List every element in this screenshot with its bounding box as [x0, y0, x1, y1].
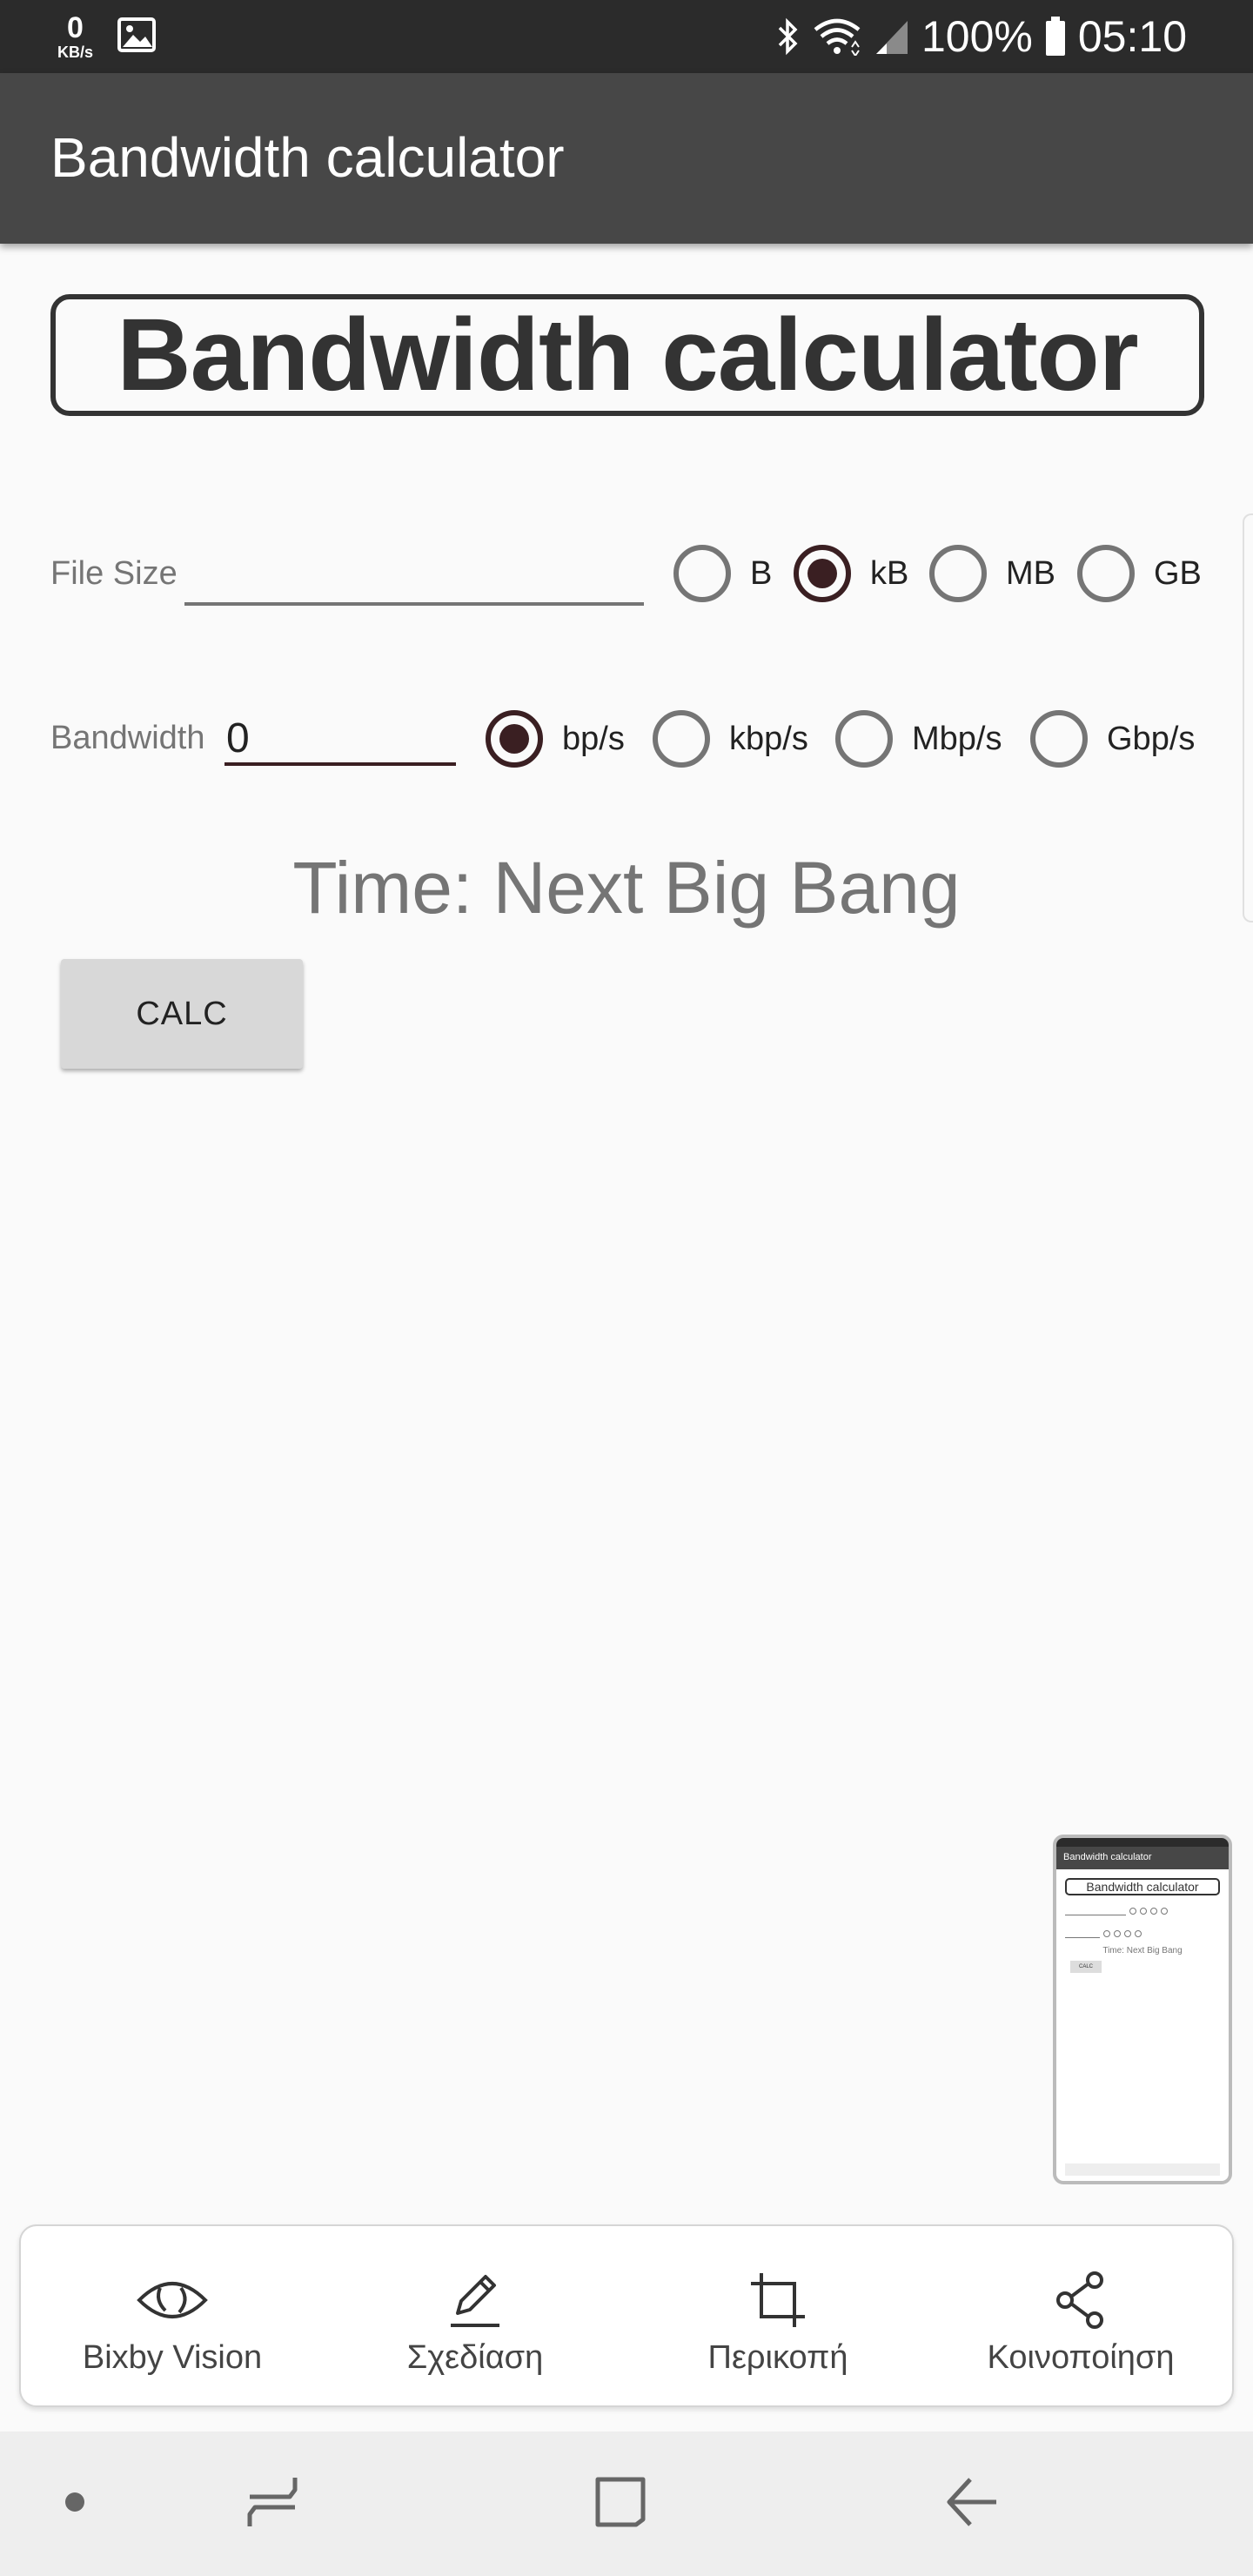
bandwidth-unit-label: Mbp/s [912, 720, 1002, 757]
thumbnail-result: Time: Next Big Bang [1102, 1946, 1183, 1955]
pencil-icon [447, 2270, 503, 2331]
radio-button-icon[interactable] [653, 710, 710, 768]
signal-icon [874, 17, 909, 56]
battery-percent: 100% [921, 12, 1033, 61]
thumbnail-headline: Bandwidth calculator [1065, 1878, 1220, 1895]
radio-button-checked-icon[interactable] [794, 545, 851, 602]
clock: 05:10 [1077, 12, 1187, 61]
radio-button-icon[interactable] [929, 545, 987, 602]
file-size-unit-mb[interactable]: MB [929, 545, 1055, 602]
thumbnail-nav-bar [1065, 2163, 1220, 2176]
bluetooth-icon [777, 17, 800, 56]
draw-button[interactable]: Σχεδίαση [324, 2226, 626, 2409]
gallery-icon [117, 17, 157, 57]
file-size-unit-gb[interactable]: GB [1077, 545, 1202, 602]
headline-box: Bandwidth calculator [50, 294, 1204, 416]
back-icon [944, 2474, 1000, 2534]
file-size-unit-b[interactable]: B [673, 545, 772, 602]
home-icon [593, 2474, 648, 2534]
eye-icon [136, 2270, 209, 2331]
app-bar: Bandwidth calculator [0, 73, 1253, 244]
share-label: Κοινοποίηση [987, 2339, 1175, 2376]
file-size-unit-kb[interactable]: kB [794, 545, 908, 602]
share-button[interactable]: Κοινοποίηση [929, 2226, 1232, 2409]
draw-label: Σχεδίαση [406, 2339, 544, 2376]
bandwidth-field[interactable] [224, 714, 456, 766]
page-title: Bandwidth calculator [117, 298, 1138, 413]
home-button[interactable] [566, 2432, 675, 2576]
radio-button-icon[interactable] [673, 545, 731, 602]
recents-icon [245, 2474, 300, 2534]
thumbnail-calc-button: CALC [1070, 1961, 1102, 1973]
thumbnail-file-size-row [1065, 1904, 1220, 1918]
file-size-unit-label: MB [1006, 554, 1055, 592]
dot-icon [64, 2492, 85, 2517]
bixby-vision-button[interactable]: Bixby Vision [21, 2226, 324, 2409]
crop-button[interactable]: Περικοπή [626, 2226, 929, 2409]
screenshot-toolbar: Bixby Vision Σχεδίαση Περικοπή Κοινοποίη… [19, 2224, 1234, 2407]
bandwidth-unit-label: Gbp/s [1107, 720, 1196, 757]
net-speed-unit: KB/s [57, 44, 94, 61]
crop-icon [747, 2270, 808, 2331]
screenshot-thumbnail[interactable]: Bandwidth calculator Bandwidth calculato… [1053, 1835, 1232, 2184]
battery-icon [1045, 17, 1066, 57]
bandwidth-input[interactable] [224, 714, 456, 762]
bandwidth-unit-kbps[interactable]: kbp/s [653, 710, 808, 768]
net-speed-indicator: 0 KB/s [57, 13, 93, 60]
thumbnail-app-title: Bandwidth calculator [1063, 1852, 1152, 1862]
file-size-field[interactable] [184, 553, 644, 606]
radio-button-icon[interactable] [1077, 545, 1135, 602]
file-size-unit-label: GB [1154, 554, 1202, 592]
nav-dot-button[interactable] [42, 2432, 108, 2576]
file-size-unit-label: kB [870, 554, 909, 592]
file-size-input[interactable] [184, 553, 644, 602]
status-bar: 0 KB/s 100% 05:10 [0, 0, 1253, 73]
radio-button-checked-icon[interactable] [486, 710, 543, 768]
bandwidth-unit-mbps[interactable]: Mbp/s [835, 710, 1002, 768]
thumbnail-bandwidth-row [1065, 1927, 1220, 1941]
calc-button[interactable]: CALC [61, 959, 303, 1069]
bandwidth-label: Bandwidth [50, 720, 205, 756]
result-text: Time: Next Big Bang [292, 847, 961, 929]
radio-button-icon[interactable] [1030, 710, 1088, 768]
file-size-label: File Size [50, 555, 178, 592]
app-bar-title: Bandwidth calculator [50, 126, 565, 189]
thumbnail-status-bar [1056, 1838, 1229, 1847]
share-icon [1053, 2270, 1109, 2331]
thumbnail-app-bar: Bandwidth calculator [1056, 1847, 1229, 1869]
bandwidth-unit-bps[interactable]: bp/s [486, 710, 625, 768]
bandwidth-unit-label: bp/s [562, 720, 625, 757]
wifi-icon [812, 17, 862, 56]
net-speed-value: 0 [67, 11, 84, 44]
navigation-bar [0, 2432, 1253, 2576]
bixby-vision-label: Bixby Vision [82, 2339, 263, 2376]
bandwidth-unit-label: kbp/s [729, 720, 808, 757]
radio-button-icon[interactable] [835, 710, 893, 768]
crop-label: Περικοπή [707, 2339, 848, 2376]
back-button[interactable] [917, 2432, 1027, 2576]
file-size-unit-label: B [750, 554, 773, 592]
bandwidth-unit-gbps[interactable]: Gbp/s [1030, 710, 1195, 768]
recents-button[interactable] [218, 2432, 327, 2576]
edge-panel-handle[interactable] [1243, 513, 1253, 922]
